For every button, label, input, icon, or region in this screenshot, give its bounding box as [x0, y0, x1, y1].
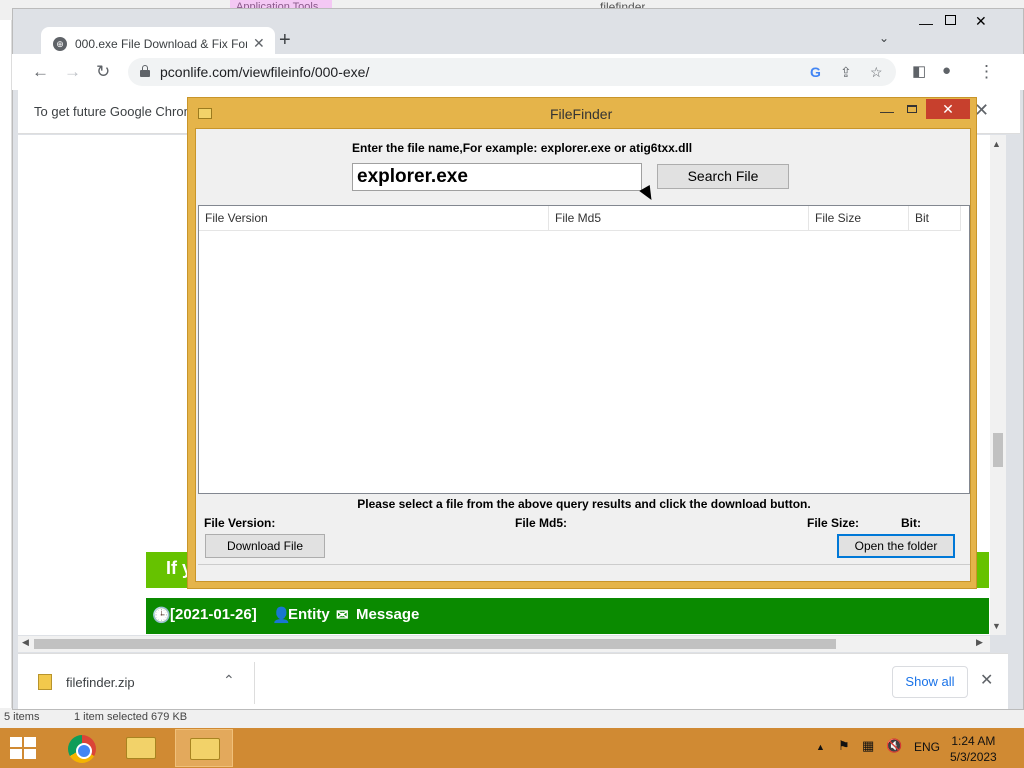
dialog-close-button[interactable]: ✕: [926, 99, 970, 119]
comment-date: [2021-01-26]: [170, 606, 257, 623]
vertical-scrollbar[interactable]: ▲ ▼: [990, 135, 1006, 635]
column-header-file-size[interactable]: File Size: [809, 206, 909, 231]
address-bar[interactable]: pconlife.com/viewfileinfo/000-exe/ G ⇪ ☆: [128, 58, 896, 86]
message-label: Message: [356, 606, 420, 623]
app-icon: [198, 108, 212, 119]
minimize-button[interactable]: —: [919, 15, 933, 31]
download-divider: [254, 662, 255, 704]
explorer-status-selected: 1 item selected 679 KB: [74, 711, 188, 723]
filename-prompt: Enter the file name,For example: explore…: [352, 141, 693, 155]
dialog-maximize-button[interactable]: [907, 105, 917, 113]
download-file-button[interactable]: Download File: [205, 534, 325, 558]
clock-icon: 🕒: [152, 607, 171, 624]
show-all-button[interactable]: Show all: [892, 666, 968, 698]
scroll-left-arrow-icon[interactable]: ◀: [22, 637, 29, 648]
horizontal-scroll-thumb[interactable]: [34, 639, 836, 649]
star-icon[interactable]: ☆: [870, 64, 883, 81]
download-shelf: filefinder.zip ⌃ Show all ✕: [18, 653, 1008, 709]
folder-icon: [126, 737, 156, 759]
tab-close-icon[interactable]: ✕: [253, 35, 265, 52]
taskbar-chrome[interactable]: [52, 729, 110, 767]
entity-label: Entity: [288, 606, 330, 623]
search-file-button[interactable]: Search File: [657, 164, 789, 189]
new-tab-button[interactable]: +: [279, 29, 291, 52]
download-shelf-close-icon[interactable]: ✕: [980, 670, 993, 690]
maximize-button[interactable]: [945, 15, 956, 25]
column-header-file-version[interactable]: File Version: [199, 206, 549, 231]
infobar-message: To get future Google Chrome: [34, 104, 202, 119]
network-icon[interactable]: ▦: [862, 738, 874, 754]
tab-search-chevron-icon[interactable]: ⌄: [879, 31, 889, 45]
forward-icon[interactable]: →: [64, 62, 81, 82]
share-icon[interactable]: ⇪: [840, 64, 852, 81]
filefinder-dialog: FileFinder — ✕ Enter the file name,For e…: [187, 97, 977, 589]
language-indicator[interactable]: ENG: [914, 740, 940, 754]
filefinder-titlebar[interactable]: FileFinder — ✕: [188, 98, 976, 128]
explorer-nav-pane: [0, 20, 12, 710]
back-icon[interactable]: ←: [32, 62, 49, 82]
system-clock[interactable]: 1:24 AM 5/3/2023: [950, 733, 997, 765]
url-text[interactable]: pconlife.com/viewfileinfo/000-exe/: [160, 64, 369, 80]
zip-file-icon: [38, 674, 52, 690]
start-button[interactable]: [10, 737, 38, 759]
browser-toolbar: ← → ↻ pconlife.com/viewfileinfo/000-exe/…: [12, 54, 1024, 90]
taskbar-file-explorer[interactable]: [112, 729, 170, 767]
taskbar-filefinder[interactable]: [175, 729, 233, 767]
action-center-flag-icon[interactable]: ⚑: [838, 738, 850, 754]
filefinder-title: FileFinder: [550, 106, 613, 122]
chevron-up-icon[interactable]: ⌃: [223, 672, 235, 689]
file-version-label: File Version:: [204, 516, 276, 530]
globe-icon: ⊕: [53, 37, 67, 51]
download-file-name[interactable]: filefinder.zip: [66, 675, 135, 690]
filefinder-taskbar-icon: [190, 738, 220, 760]
chrome-icon: [68, 735, 96, 763]
file-size-label: File Size:: [807, 516, 860, 530]
filefinder-client-area: Enter the file name,For example: explore…: [195, 128, 971, 582]
lock-icon[interactable]: [140, 65, 150, 77]
results-list[interactable]: File Version File Md5 File Size Bit: [198, 205, 970, 494]
open-folder-button[interactable]: Open the folder: [837, 534, 955, 558]
close-window-button[interactable]: ✕: [975, 13, 987, 30]
tray-chevron-icon[interactable]: ▲: [816, 742, 825, 752]
comment-header-bar: 🕒 [2021-01-26] 👤 Entity ✉ Message: [146, 598, 989, 634]
reload-icon[interactable]: ↻: [96, 62, 110, 82]
filefinder-status-bar: [198, 564, 970, 580]
file-md5-label: File Md5:: [515, 516, 568, 530]
google-icon[interactable]: G: [810, 64, 821, 80]
scroll-right-arrow-icon[interactable]: ▶: [976, 637, 983, 648]
horizontal-scrollbar[interactable]: ◀ ▶: [18, 636, 990, 652]
clock-time: 1:24 AM: [951, 734, 996, 748]
scroll-down-arrow-icon[interactable]: ▼: [992, 621, 1001, 631]
column-header-bit[interactable]: Bit: [909, 206, 961, 231]
side-panel-icon[interactable]: ◧: [912, 62, 926, 80]
explorer-status-items: 5 items: [4, 711, 40, 723]
selection-hint: Please select a file from the above quer…: [357, 497, 811, 511]
volume-muted-icon[interactable]: 🔇: [886, 738, 902, 754]
explorer-status-bar: 5 items 1 item selected 679 KB: [0, 708, 1024, 728]
menu-icon[interactable]: ⋮: [978, 62, 995, 82]
message-icon: ✉: [336, 607, 349, 624]
scroll-up-arrow-icon[interactable]: ▲: [992, 139, 1001, 149]
clock-date: 5/3/2023: [950, 750, 997, 764]
filename-input[interactable]: explorer.exe: [352, 163, 642, 191]
dialog-minimize-button[interactable]: —: [880, 103, 894, 119]
column-header-file-md5[interactable]: File Md5: [549, 206, 809, 231]
profile-icon[interactable]: ●: [942, 62, 951, 79]
vertical-scroll-thumb[interactable]: [993, 433, 1003, 467]
tab-title: 000.exe File Download & Fix For: [75, 37, 247, 51]
bit-label: Bit:: [901, 516, 921, 530]
windows-taskbar: ▲ ⚑ ▦ 🔇 ENG 1:24 AM 5/3/2023: [0, 728, 1024, 768]
